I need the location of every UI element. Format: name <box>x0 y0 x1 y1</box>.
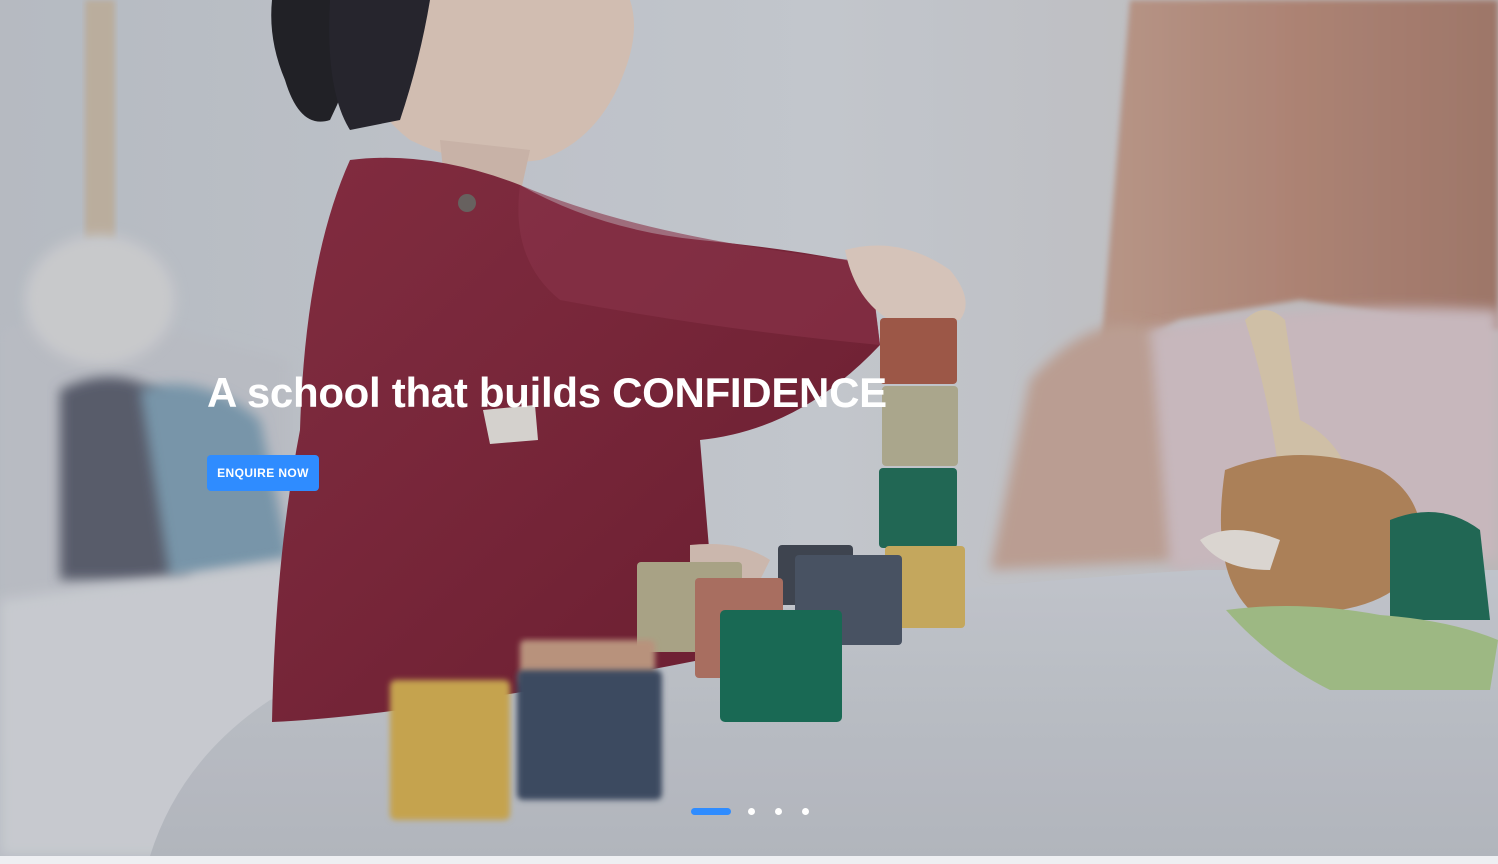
carousel-dot-4[interactable] <box>802 807 809 815</box>
carousel-dot-2[interactable] <box>748 807 755 815</box>
hero-headline: A school that builds CONFIDENCE <box>207 369 887 416</box>
carousel-pagination <box>691 806 809 816</box>
carousel-dot-1[interactable] <box>691 807 731 815</box>
page-bottom-strip <box>0 856 1498 864</box>
carousel-dot-3[interactable] <box>775 807 782 815</box>
hero-slider: A school that builds CONFIDENCE ENQUIRE … <box>0 0 1498 856</box>
hero-dim-overlay <box>0 0 1498 856</box>
enquire-now-button[interactable]: ENQUIRE NOW <box>207 455 319 491</box>
